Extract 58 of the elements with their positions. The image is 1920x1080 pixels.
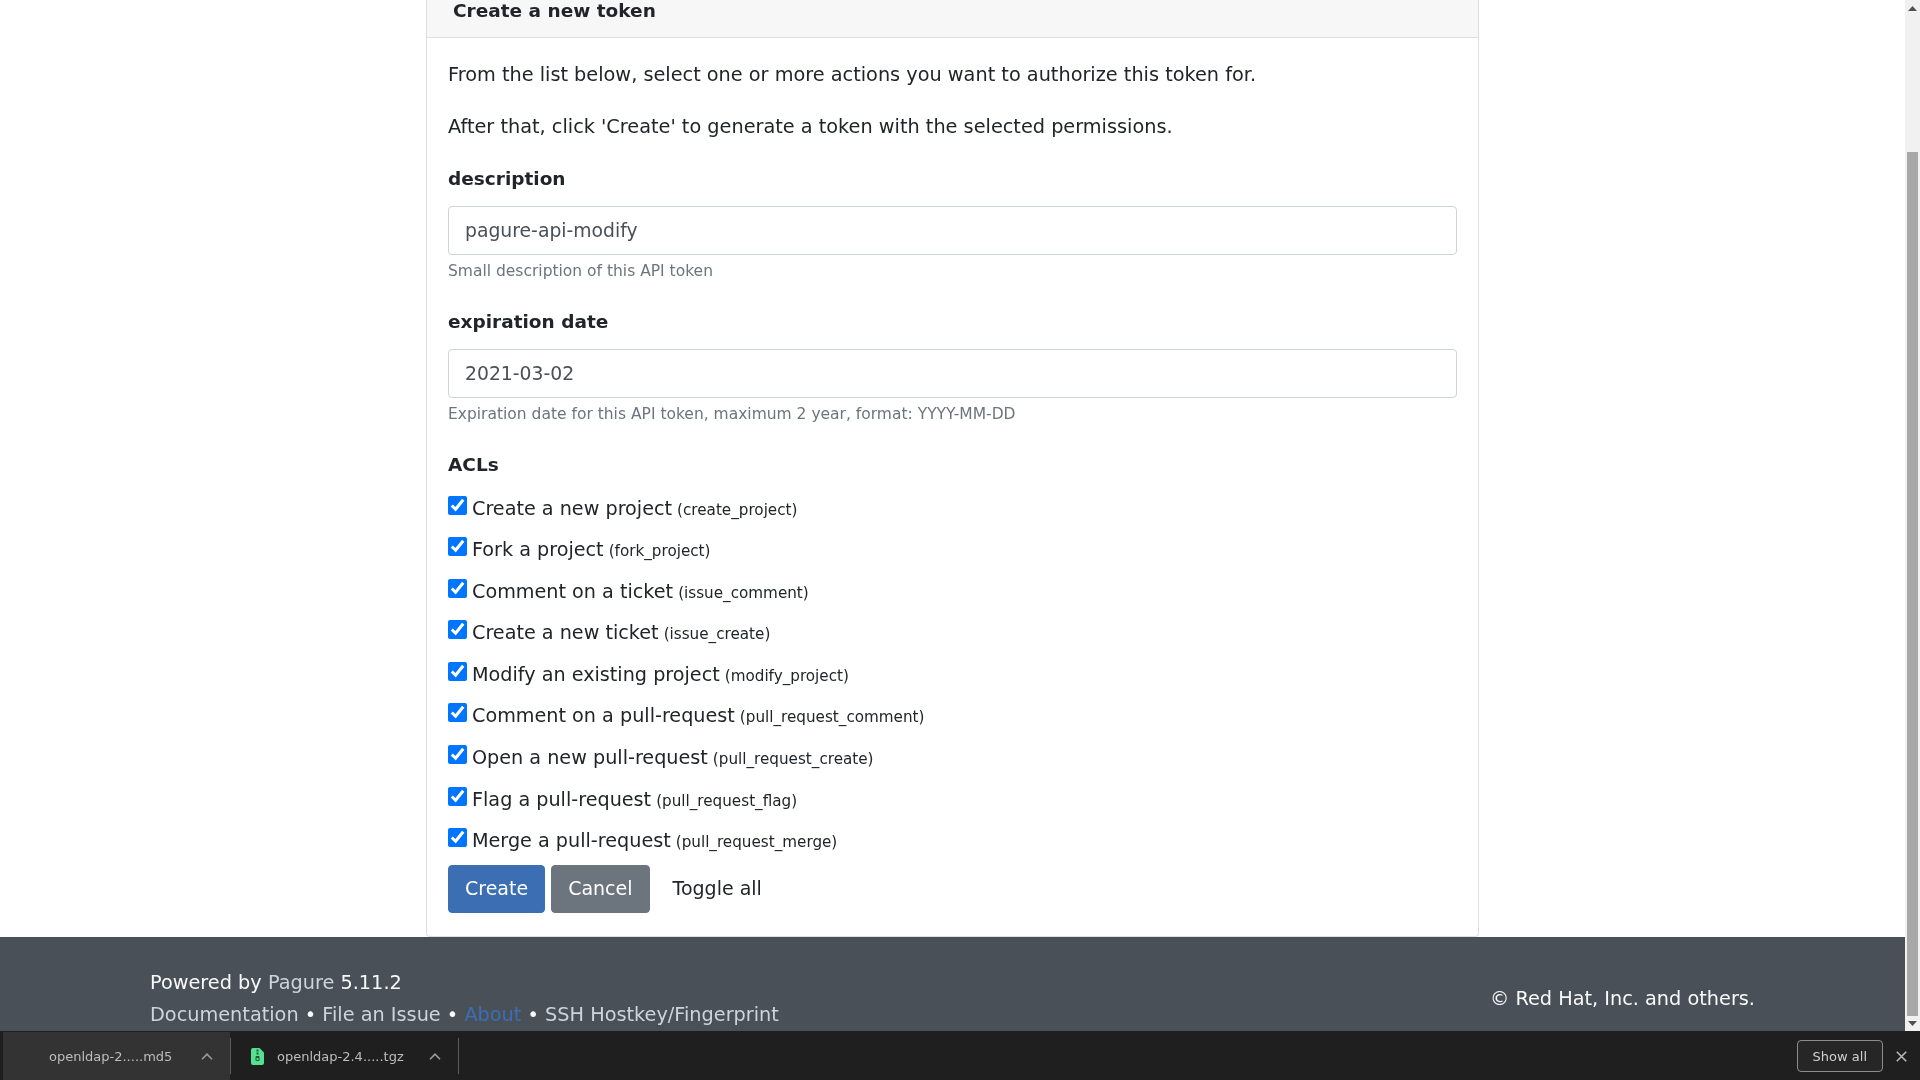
checkbox-label: Fork a project [472, 537, 604, 564]
close-icon[interactable] [1896, 1050, 1907, 1062]
checkbox[interactable] [448, 828, 467, 848]
cancel-button[interactable]: Cancel [551, 864, 650, 913]
footer-link[interactable]: Pagure [267, 970, 335, 994]
checkbox-label: Modify an existing project [472, 661, 720, 688]
card-title: Create a new token [453, 0, 656, 22]
checkbox-label: Flag a pull-request [472, 786, 652, 813]
download-item[interactable]: openldap-2.....md5 [3, 1032, 230, 1080]
copyright-text: © Red Hat, Inc. and others. [1490, 985, 1755, 1012]
scroll-down-icon[interactable] [1908, 1021, 1917, 1026]
checkbox-label: Comment on a pull-request [472, 703, 735, 730]
permission-code: (pull_request_create) [712, 749, 874, 771]
section-heading: ACLs [448, 453, 500, 477]
checkbox[interactable] [448, 745, 467, 765]
checkbox[interactable] [448, 578, 467, 598]
show-all-button[interactable]: Show all [1796, 1040, 1883, 1072]
permission-code: (modify_project) [724, 665, 849, 687]
checkbox-label: Merge a pull-request [472, 828, 671, 855]
intro-text: From the list below, select one or more actions you want to authorize this token for. [448, 62, 1258, 88]
checkbox-label: Open a new pull-request [472, 745, 708, 772]
hint-text: Small description of this API token [448, 261, 714, 281]
checkbox[interactable] [448, 703, 467, 723]
field-label: description [448, 167, 567, 191]
text-field[interactable]: pagure-api-modify [448, 206, 1457, 255]
checkbox[interactable] [448, 537, 467, 557]
checkbox[interactable] [448, 661, 467, 681]
separator: • [527, 1002, 539, 1026]
intro-text: After that, click 'Create' to generate a token with the selected permissions. [448, 114, 1174, 140]
permission-code: (issue_create) [663, 624, 771, 646]
text-field[interactable]: 2021-03-02 [448, 349, 1457, 398]
checkbox[interactable] [448, 495, 467, 515]
checkbox[interactable] [448, 786, 467, 806]
hint-text: Expiration date for this API token, maximum 2 year, format: YYYY-MM-DD [448, 404, 1017, 424]
checkbox-label: Create a new ticket [472, 620, 659, 647]
permission-code: (pull_request_comment) [739, 707, 925, 729]
permission-code: (issue_comment) [678, 582, 809, 604]
footer-link[interactable]: File an Issue [322, 1002, 441, 1026]
footer-link[interactable]: SSH Hostkey/Fingerprint [545, 1002, 779, 1026]
checkbox[interactable] [448, 620, 467, 640]
separator: • [304, 1002, 317, 1026]
separator: • [446, 1002, 459, 1026]
toggle-all-button[interactable]: Toggle all [655, 864, 779, 913]
field-label: expiration date [448, 310, 610, 334]
footer-link[interactable]: Documentation [150, 1002, 299, 1026]
scroll-up-icon[interactable] [1908, 6, 1917, 11]
scrollbar-thumb[interactable] [1907, 152, 1918, 1016]
checkbox-label: Comment on a ticket [472, 578, 674, 605]
caret-icon [201, 1052, 213, 1060]
checkbox-label: Create a new project [472, 495, 673, 522]
permission-code: (pull_request_merge) [675, 832, 838, 854]
create-button[interactable]: Create [448, 864, 546, 913]
footer-text: 5.11.2 [340, 970, 402, 994]
permission-code: (pull_request_flag) [656, 790, 798, 812]
permission-code: (create_project) [677, 499, 798, 521]
footer-text: Powered by [150, 970, 262, 994]
permission-code: (fork_project) [608, 541, 711, 563]
caret-icon [429, 1052, 441, 1060]
